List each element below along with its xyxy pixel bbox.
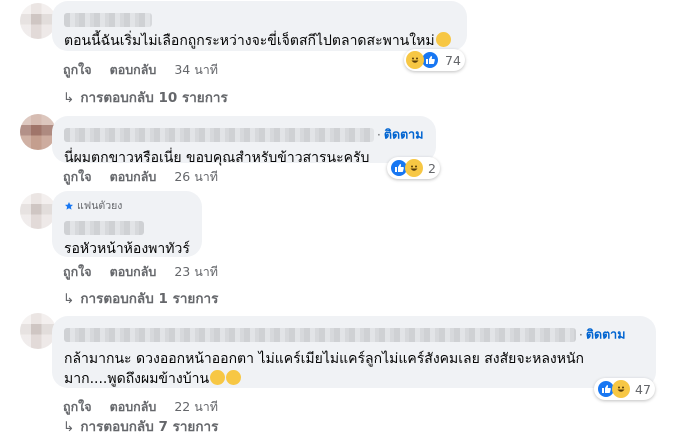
fan-badge-icon bbox=[65, 201, 73, 210]
comment-actions: ถูกใจ ตอบกลับ 26 นาที bbox=[63, 167, 218, 187]
timestamp[interactable]: 26 นาที bbox=[174, 167, 218, 187]
author-name[interactable] bbox=[64, 127, 374, 142]
avatar[interactable] bbox=[20, 114, 56, 150]
comment-bubble: · ติดตาม นี่ผมตกขาวหรือเนี่ย ขอบคุณสำหรับ… bbox=[52, 116, 436, 166]
reply-arrow-icon: ↳ bbox=[63, 90, 75, 106]
like-link[interactable]: ถูกใจ bbox=[63, 60, 92, 80]
comment-text: รอหัวหน้าห้องพาทัวร์ bbox=[64, 241, 190, 257]
view-replies-link[interactable]: ↳ การตอบกลับ 10 รายการ bbox=[63, 86, 228, 108]
top-fan-badge: แฟนตัวยง bbox=[64, 197, 190, 214]
avatar[interactable] bbox=[20, 313, 56, 349]
reply-arrow-icon: ↳ bbox=[63, 419, 75, 435]
avatar[interactable] bbox=[20, 193, 56, 229]
comment-text: ตอนนี้ฉันเริ่มไม่เลือกถูกระหว่างจะขี่เจ็… bbox=[64, 31, 455, 51]
comment-text-line-2: มาก....พูดถึงผมข้างบ้าน bbox=[64, 369, 644, 389]
author-row: · ติดตาม bbox=[64, 124, 424, 145]
author-name[interactable] bbox=[64, 9, 455, 28]
haha-reaction-icon bbox=[612, 380, 630, 398]
timestamp[interactable]: 23 นาที bbox=[174, 262, 218, 282]
reply-link[interactable]: ตอบกลับ bbox=[110, 167, 157, 187]
reaction-count: 74 bbox=[445, 52, 461, 68]
reply-arrow-icon: ↳ bbox=[63, 291, 75, 307]
author-name[interactable] bbox=[64, 327, 576, 342]
comment-bubble: แฟนตัวยง รอหัวหน้าห้องพาทัวร์ bbox=[52, 191, 202, 257]
reaction-summary[interactable]: 47 bbox=[594, 378, 655, 400]
view-replies-link[interactable]: ↳ การตอบกลับ 7 รายการ bbox=[63, 415, 218, 437]
follow-link[interactable]: ติดตาม bbox=[384, 127, 424, 142]
reaction-summary[interactable]: 2 bbox=[387, 157, 440, 179]
comment-actions: ถูกใจ ตอบกลับ 23 นาที bbox=[63, 262, 218, 282]
comment-actions: ถูกใจ ตอบกลับ 34 นาที bbox=[63, 60, 218, 80]
reply-link[interactable]: ตอบกลับ bbox=[110, 60, 157, 80]
follow-link[interactable]: ติดตาม bbox=[586, 327, 626, 342]
view-replies-link[interactable]: ↳ การตอบกลับ 1 รายการ bbox=[63, 287, 218, 309]
comment-bubble: ตอนนี้ฉันเริ่มไม่เลือกถูกระหว่างจะขี่เจ็… bbox=[52, 1, 467, 51]
comment-text: นี่ผมตกขาวหรือเนี่ย ขอบคุณสำหรับข้าวสารน… bbox=[64, 149, 370, 166]
comment-actions: ถูกใจ ตอบกลับ 22 นาที bbox=[63, 397, 218, 417]
laughing-emoji-icon bbox=[226, 369, 242, 385]
comment-bubble: · ติดตาม กล้ามากนะ ดวงออกหน้าออกตา ไม่แคร… bbox=[52, 316, 656, 388]
comment-text-line-1: กล้ามากนะ ดวงออกหน้าออกตา ไม่แคร์เมียไม่… bbox=[64, 350, 585, 367]
timestamp[interactable]: 22 นาที bbox=[174, 397, 218, 417]
timestamp[interactable]: 34 นาที bbox=[174, 60, 218, 80]
author-row: · ติดตาม bbox=[64, 324, 644, 345]
reply-link[interactable]: ตอบกลับ bbox=[110, 397, 157, 417]
reply-link[interactable]: ตอบกลับ bbox=[110, 262, 157, 282]
like-link[interactable]: ถูกใจ bbox=[63, 167, 92, 187]
reaction-count: 2 bbox=[428, 160, 436, 176]
author-name[interactable] bbox=[64, 217, 190, 236]
like-link[interactable]: ถูกใจ bbox=[63, 262, 92, 282]
reaction-count: 47 bbox=[635, 381, 651, 397]
avatar[interactable] bbox=[20, 3, 56, 39]
laughing-emoji-icon bbox=[435, 32, 451, 47]
haha-reaction-icon bbox=[406, 51, 424, 69]
laughing-emoji-icon bbox=[210, 369, 226, 385]
like-link[interactable]: ถูกใจ bbox=[63, 397, 92, 417]
haha-reaction-icon bbox=[405, 159, 423, 177]
reaction-summary[interactable]: 74 bbox=[404, 49, 465, 71]
